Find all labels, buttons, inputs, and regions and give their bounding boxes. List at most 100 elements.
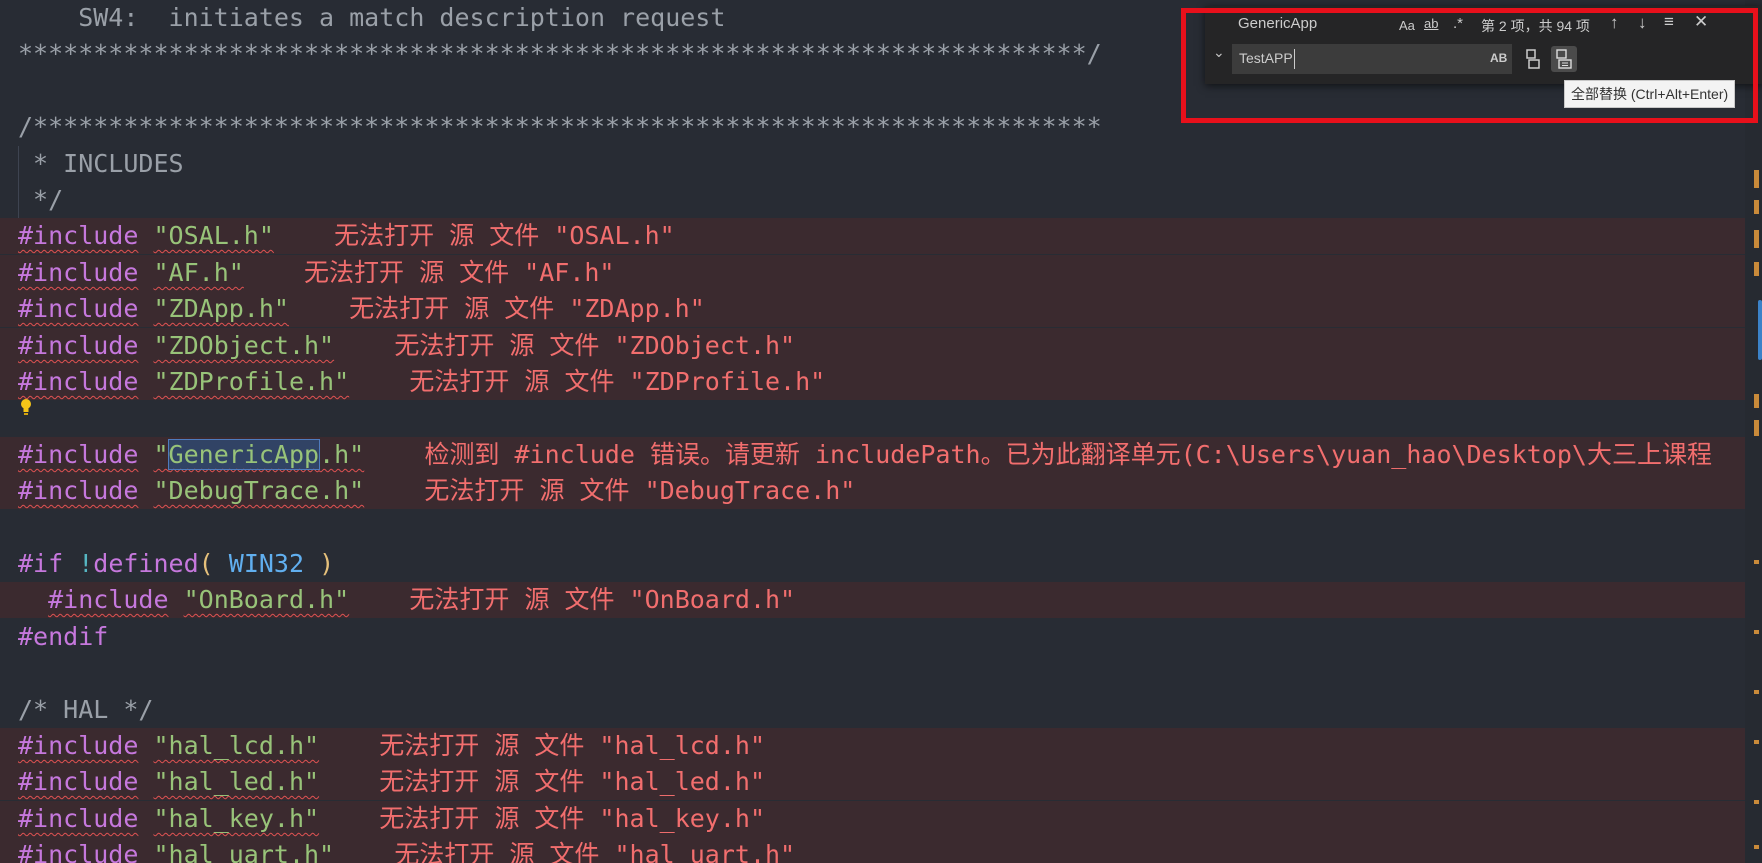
include-file: "DebugTrace.h" xyxy=(153,476,365,505)
comment-line[interactable]: */ xyxy=(0,182,1745,218)
include-file: "hal_uart.h" xyxy=(153,840,335,863)
include-file: "AF.h" xyxy=(153,258,244,287)
code-editor[interactable]: SW4: initiates a match description reque… xyxy=(0,0,1745,863)
include-file: "ZDObject.h" xyxy=(153,331,335,360)
endif-directive: #endif xyxy=(18,622,109,651)
include-file: "hal_led.h" xyxy=(153,767,320,796)
code-text: #if !defined( WIN32 ) xyxy=(18,546,334,582)
error-message: 无法打开 源 文件 "AF.h" xyxy=(304,258,615,287)
code-text: ****************************************… xyxy=(18,36,1102,72)
code-text: SW4: initiates a match description reque… xyxy=(18,0,725,36)
include-line[interactable]: #include "hal_key.h" 无法打开 源 文件 "hal_key.… xyxy=(0,801,1745,837)
search-match-highlight: GenericApp xyxy=(167,439,321,470)
annotation-red-box xyxy=(1181,8,1758,123)
error-message: 无法打开 源 文件 "ZDProfile.h" xyxy=(409,367,826,396)
lightbulb-icon[interactable] xyxy=(19,398,33,416)
comment-text: */ xyxy=(18,185,64,214)
include-line[interactable]: #include "OnBoard.h" 无法打开 源 文件 "OnBoard.… xyxy=(0,582,1745,618)
include-file: "ZDApp.h" xyxy=(153,294,289,323)
include-line[interactable]: #include "hal_lcd.h" 无法打开 源 文件 "hal_lcd.… xyxy=(0,728,1745,764)
error-message: 无法打开 源 文件 "OnBoard.h" xyxy=(409,585,796,614)
include-line[interactable]: #include "hal_uart.h" 无法打开 源 文件 "hal_uar… xyxy=(0,837,1745,863)
indent-guide xyxy=(18,146,19,182)
code-text: /* HAL */ xyxy=(18,692,153,728)
code-text: #include "hal_led.h" 无法打开 源 文件 "hal_led.… xyxy=(18,764,765,800)
preprocessor-line[interactable]: #endif xyxy=(0,619,1745,655)
include-keyword: #include xyxy=(18,331,139,360)
include-keyword: #include xyxy=(48,585,169,614)
preprocessor-line[interactable]: #if !defined( WIN32 ) xyxy=(0,546,1745,582)
indent-guide xyxy=(18,182,19,218)
include-line[interactable]: #include "ZDObject.h" 无法打开 源 文件 "ZDObjec… xyxy=(0,328,1745,364)
include-line[interactable]: #include "ZDProfile.h" 无法打开 源 文件 "ZDProf… xyxy=(0,364,1745,400)
include-file: "OnBoard.h" xyxy=(183,585,350,614)
include-line[interactable]: #include "OSAL.h" 无法打开 源 文件 "OSAL.h" xyxy=(0,218,1745,254)
include-keyword: #include xyxy=(18,221,139,250)
ruler-mark xyxy=(1754,845,1759,849)
ruler-mark xyxy=(1754,420,1759,436)
ruler-mark xyxy=(1754,262,1759,276)
code-text: #include "ZDProfile.h" 无法打开 源 文件 "ZDProf… xyxy=(18,364,825,400)
include-keyword: #include xyxy=(18,731,139,760)
empty-line[interactable] xyxy=(0,400,1745,436)
defined-keyword: defined xyxy=(93,549,199,578)
error-message: 无法打开 源 文件 "hal_lcd.h" xyxy=(379,731,765,760)
error-message: 无法打开 源 文件 "ZDObject.h" xyxy=(394,331,796,360)
include-keyword: #include xyxy=(18,476,139,505)
comment-text: ****************************************… xyxy=(18,39,1102,68)
scrollbar-thumb[interactable] xyxy=(1758,300,1762,360)
code-text: #include "hal_lcd.h" 无法打开 源 文件 "hal_lcd.… xyxy=(18,728,765,764)
include-keyword: #include xyxy=(18,767,139,796)
error-message: 检测到 #include 错误。请更新 includePath。已为此翻译单元(… xyxy=(424,440,1712,469)
paren: ) xyxy=(319,549,335,578)
include-line[interactable]: #include "hal_led.h" 无法打开 源 文件 "hal_led.… xyxy=(0,764,1745,800)
comment-text: /* HAL */ xyxy=(18,695,154,724)
include-line[interactable]: #include "DebugTrace.h" 无法打开 源 文件 "Debug… xyxy=(0,473,1745,509)
include-file: "hal_lcd.h" xyxy=(153,731,320,760)
code-text: #include "DebugTrace.h" 无法打开 源 文件 "Debug… xyxy=(18,473,855,509)
comment-line[interactable]: * INCLUDES xyxy=(0,146,1745,182)
ruler-mark xyxy=(1754,200,1759,214)
file-suffix: .h" xyxy=(319,440,365,469)
ruler-mark xyxy=(1754,630,1759,634)
code-text: #include "OnBoard.h" 无法打开 源 文件 "OnBoard.… xyxy=(18,582,795,618)
code-text: * INCLUDES xyxy=(18,146,184,182)
code-text: #include "ZDApp.h" 无法打开 源 文件 "ZDApp.h" xyxy=(18,291,705,327)
code-text: #include "AF.h" 无法打开 源 文件 "AF.h" xyxy=(18,255,614,291)
include-keyword: #include xyxy=(18,294,139,323)
include-file: "ZDProfile.h" xyxy=(153,367,350,396)
code-text: #include "ZDObject.h" 无法打开 源 文件 "ZDObjec… xyxy=(18,328,795,364)
comment-line[interactable]: /* HAL */ xyxy=(0,692,1745,728)
not-operator: ! xyxy=(78,549,94,578)
ruler-mark xyxy=(1754,230,1759,248)
include-file: "GenericApp.h" xyxy=(153,439,365,470)
code-text: #include "hal_key.h" 无法打开 源 文件 "hal_key.… xyxy=(18,801,765,837)
empty-line[interactable] xyxy=(0,510,1745,546)
include-line[interactable]: #include "GenericApp.h" 检测到 #include 错误。… xyxy=(0,437,1745,473)
include-line[interactable]: #include "AF.h" 无法打开 源 文件 "AF.h" xyxy=(0,255,1745,291)
code-text: #include "hal_uart.h" 无法打开 源 文件 "hal_uar… xyxy=(18,837,795,863)
include-file: "OSAL.h" xyxy=(153,221,274,250)
ruler-mark xyxy=(1754,170,1759,188)
error-message: 无法打开 源 文件 "OSAL.h" xyxy=(334,221,675,250)
include-keyword: #include xyxy=(18,840,139,863)
overview-ruler-scrollbar[interactable] xyxy=(1745,0,1762,863)
error-message: 无法打开 源 文件 "ZDApp.h" xyxy=(349,294,705,323)
ruler-mark xyxy=(1754,740,1759,744)
code-text: #include "OSAL.h" 无法打开 源 文件 "OSAL.h" xyxy=(18,218,675,254)
ruler-mark xyxy=(1754,690,1759,694)
include-keyword: #include xyxy=(18,440,139,469)
empty-line[interactable] xyxy=(0,655,1745,691)
if-directive: #if xyxy=(18,549,64,578)
quote: " xyxy=(153,440,169,469)
include-keyword: #include xyxy=(18,367,139,396)
comment-text: SW4: initiates a match description reque… xyxy=(18,3,726,32)
paren: ( xyxy=(198,549,214,578)
macro-name: WIN32 xyxy=(228,549,305,578)
code-text: /***************************************… xyxy=(18,109,1102,145)
ruler-mark xyxy=(1754,800,1759,804)
include-line[interactable]: #include "ZDApp.h" 无法打开 源 文件 "ZDApp.h" xyxy=(0,291,1745,327)
error-message: 无法打开 源 文件 "hal_uart.h" xyxy=(394,840,796,863)
include-keyword: #include xyxy=(18,258,139,287)
